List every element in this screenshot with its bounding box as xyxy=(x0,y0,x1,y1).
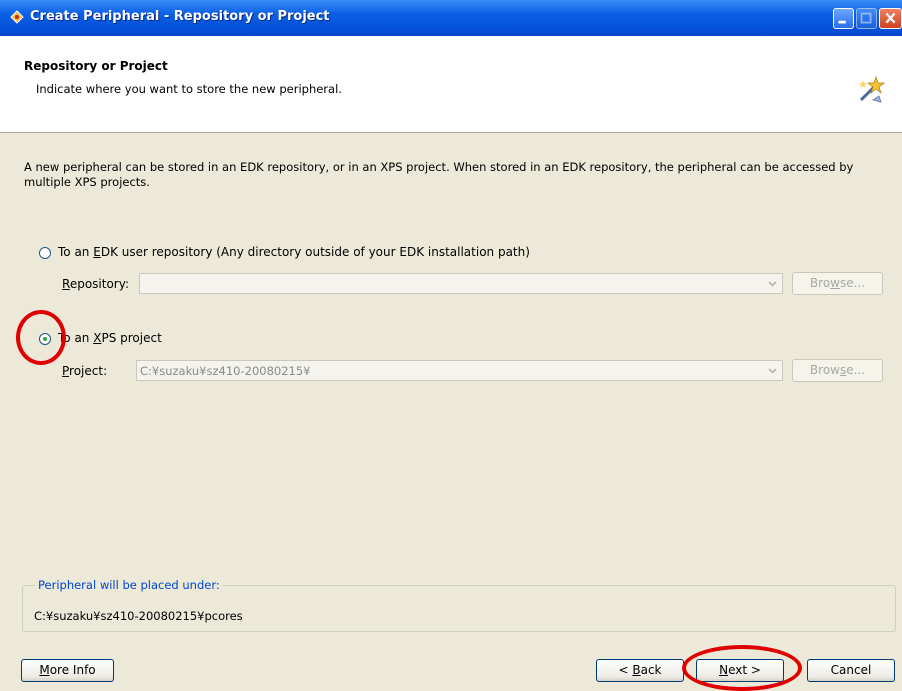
placement-path: C:¥suzaku¥sz410-20080215¥pcores xyxy=(34,609,243,623)
minimize-button[interactable] xyxy=(833,8,854,29)
repository-option-label[interactable]: To an EDK user repository (Any directory… xyxy=(58,245,530,259)
radio-selected-dot xyxy=(43,337,47,341)
close-button[interactable] xyxy=(879,8,902,29)
minimize-icon xyxy=(838,20,846,24)
maximize-button[interactable] xyxy=(856,8,877,29)
title-bar[interactable]: Create Peripheral - Repository or Projec… xyxy=(0,0,902,36)
project-browse-button[interactable]: Browse... xyxy=(792,359,883,382)
wizard-wand-icon xyxy=(859,75,886,103)
chevron-down-icon[interactable] xyxy=(764,362,781,379)
page-subtitle: Indicate where you want to store the new… xyxy=(36,82,342,96)
close-icon xyxy=(885,12,896,24)
placement-legend: Peripheral will be placed under: xyxy=(35,578,223,592)
repository-radio[interactable] xyxy=(39,247,51,259)
more-info-button[interactable]: More Info xyxy=(21,659,114,682)
repository-combo[interactable] xyxy=(139,273,783,294)
chevron-down-icon[interactable] xyxy=(764,275,781,292)
repository-browse-button[interactable]: Browse... xyxy=(792,272,883,295)
project-combo[interactable]: C:¥suzaku¥sz410-20080215¥ xyxy=(136,360,783,381)
repository-field-label: Repository: xyxy=(62,277,129,291)
back-button[interactable]: < Back xyxy=(596,659,684,682)
page-title: Repository or Project xyxy=(24,59,168,73)
description-text: A new peripheral can be stored in an EDK… xyxy=(24,160,854,189)
next-button[interactable]: Next > xyxy=(696,659,784,682)
app-icon xyxy=(10,10,24,24)
xps-project-radio[interactable] xyxy=(39,333,51,345)
window-title: Create Peripheral - Repository or Projec… xyxy=(30,9,330,24)
xps-project-option-label[interactable]: To an XPS project xyxy=(58,331,162,345)
project-value: C:¥suzaku¥sz410-20080215¥ xyxy=(140,364,311,378)
maximize-icon xyxy=(860,12,872,24)
cancel-button[interactable]: Cancel xyxy=(807,659,895,682)
project-field-label: Project: xyxy=(62,364,108,378)
